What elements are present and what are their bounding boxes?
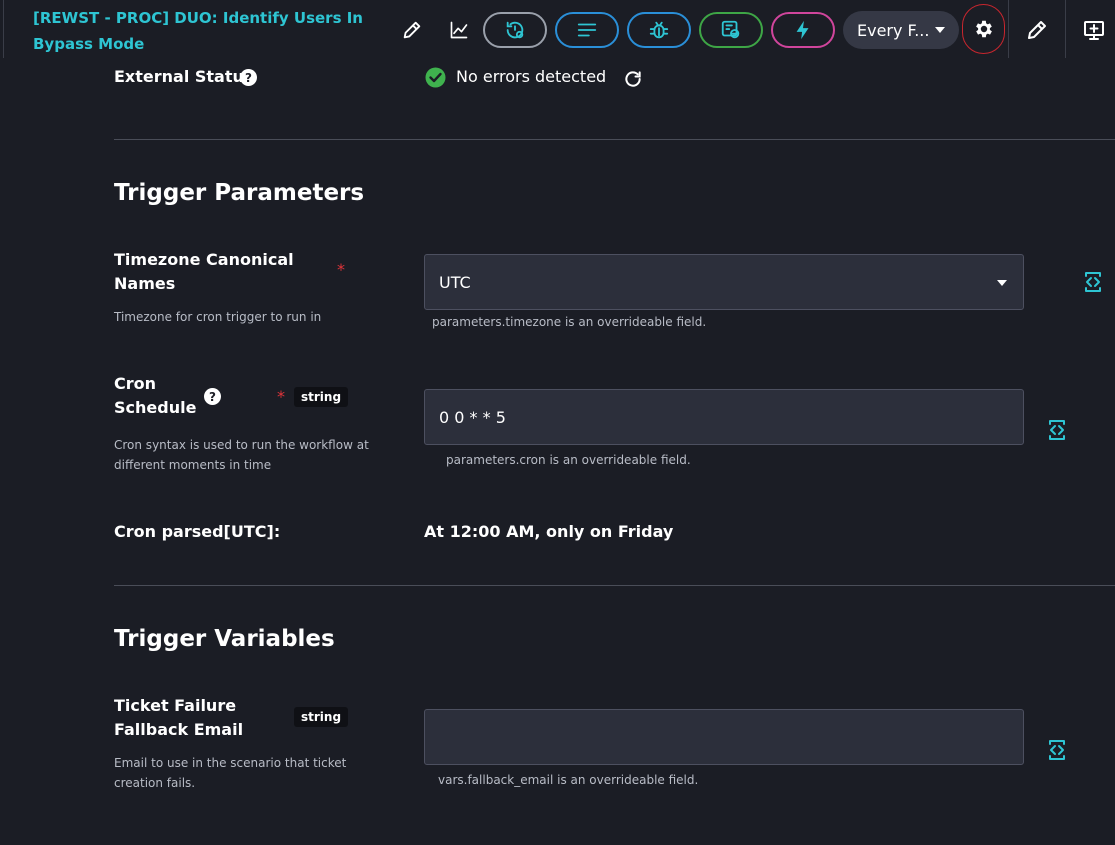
- fallback-email-input[interactable]: [424, 709, 1024, 765]
- add-screen-icon[interactable]: [1078, 14, 1110, 46]
- toolbar-divider: [1008, 0, 1009, 58]
- code-override-icon[interactable]: [1047, 418, 1067, 442]
- trigger-button[interactable]: [771, 12, 835, 48]
- external-status-value: No errors detected: [456, 67, 607, 86]
- trigger-parameters-title: Trigger Parameters: [114, 180, 365, 206]
- chevron-down-icon: [997, 280, 1007, 286]
- chart-icon[interactable]: [443, 14, 475, 46]
- history-settings-icon: [506, 21, 524, 39]
- gear-icon: [975, 20, 992, 38]
- cron-hint: parameters.cron is an overrideable field…: [446, 453, 691, 467]
- lines-icon: [577, 23, 597, 37]
- schedule-dropdown[interactable]: Every F...: [843, 11, 959, 49]
- timezone-help: Timezone for cron trigger to run in: [114, 310, 322, 324]
- calendar-link-button[interactable]: [699, 12, 763, 48]
- timezone-hint: parameters.timezone is an overrideable f…: [432, 315, 707, 329]
- cron-parsed-value: At 12:00 AM, only on Friday: [424, 522, 674, 541]
- pencil-icon[interactable]: [396, 14, 428, 46]
- edit-icon[interactable]: [1021, 14, 1053, 46]
- fallback-email-label: Ticket Failure Fallback Email: [114, 696, 244, 739]
- code-override-icon[interactable]: [1083, 270, 1103, 294]
- refresh-icon[interactable]: [623, 69, 643, 89]
- logs-button[interactable]: [555, 12, 619, 48]
- check-circle-icon: [425, 67, 446, 88]
- chevron-down-icon: [935, 27, 945, 33]
- timezone-label: Timezone Canonical Names: [114, 250, 294, 293]
- fallback-email-text-input[interactable]: [439, 727, 1023, 747]
- lightning-icon: [796, 20, 809, 40]
- trigger-variables-title: Trigger Variables: [114, 626, 335, 652]
- help-icon[interactable]: ?: [240, 69, 257, 86]
- required-marker: *: [277, 387, 285, 406]
- section-divider: [114, 585, 1115, 586]
- fallback-email-help: Email to use in the scenario that ticket…: [114, 756, 347, 790]
- cron-label: Cron Schedule: [114, 374, 197, 417]
- external-status-label: External Status: [114, 67, 254, 86]
- schedule-label: Every F...: [857, 20, 930, 40]
- required-marker: *: [337, 260, 345, 279]
- timezone-select[interactable]: UTC: [424, 254, 1024, 310]
- help-icon[interactable]: ?: [204, 388, 221, 405]
- code-override-icon[interactable]: [1047, 738, 1067, 762]
- cron-text-input[interactable]: [439, 407, 1023, 427]
- settings-button[interactable]: [962, 4, 1005, 54]
- cron-help: Cron syntax is used to run the workflow …: [114, 438, 369, 472]
- debug-button[interactable]: [627, 12, 691, 48]
- section-divider: [114, 139, 1115, 140]
- top-bar: [REWST - PROC] DUO: Identify Users In By…: [0, 0, 1115, 58]
- toolbar-divider: [1065, 0, 1066, 58]
- workflow-title[interactable]: [REWST - PROC] DUO: Identify Users In By…: [33, 5, 363, 57]
- type-tag: string: [294, 387, 349, 407]
- calendar-link-icon: [721, 20, 740, 39]
- timezone-value: UTC: [439, 272, 471, 292]
- fallback-email-hint: vars.fallback_email is an overrideable f…: [438, 773, 699, 787]
- cron-input[interactable]: [424, 389, 1024, 445]
- bug-icon: [649, 21, 669, 39]
- cron-parsed-label: Cron parsed[UTC]:: [114, 522, 281, 541]
- history-settings-button[interactable]: [483, 12, 547, 48]
- left-edge-divider: [3, 0, 4, 58]
- type-tag: string: [294, 707, 349, 727]
